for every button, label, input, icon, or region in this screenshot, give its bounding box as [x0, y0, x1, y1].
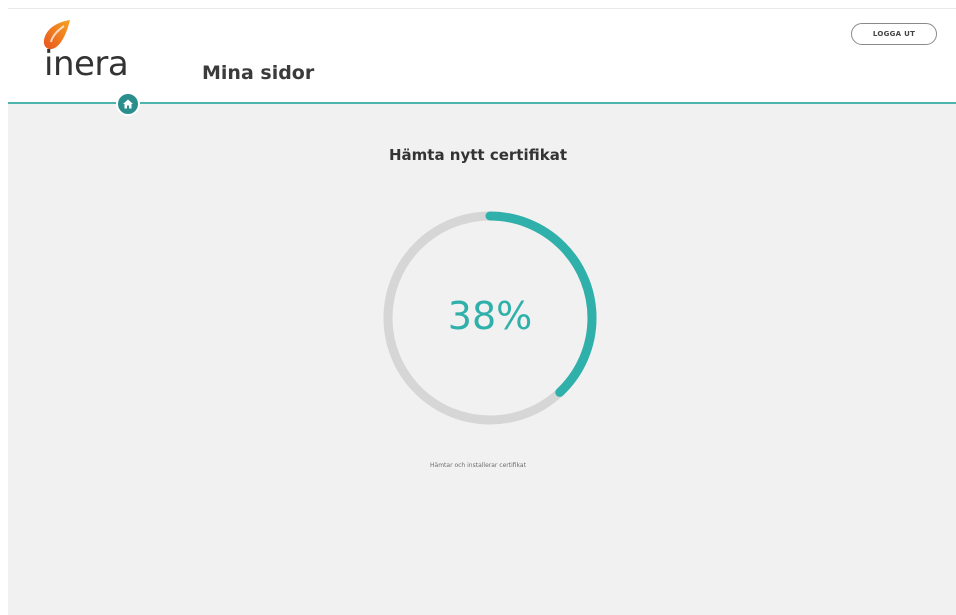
- page-title: Mina sidor: [202, 62, 315, 84]
- status-text: Hämtar och installerar certifikat: [430, 462, 526, 469]
- home-button[interactable]: [116, 92, 140, 116]
- app-window: inera Mina sidor LOGGA UT Hämta nytt cer…: [0, 0, 956, 615]
- logout-button[interactable]: LOGGA UT: [851, 23, 937, 45]
- section-title: Hämta nytt certifikat: [388, 146, 567, 164]
- progress-percentage: 38%: [447, 294, 533, 338]
- header: [8, 8, 956, 104]
- home-icon: [123, 99, 133, 109]
- inera-logo-text[interactable]: inera: [44, 44, 129, 84]
